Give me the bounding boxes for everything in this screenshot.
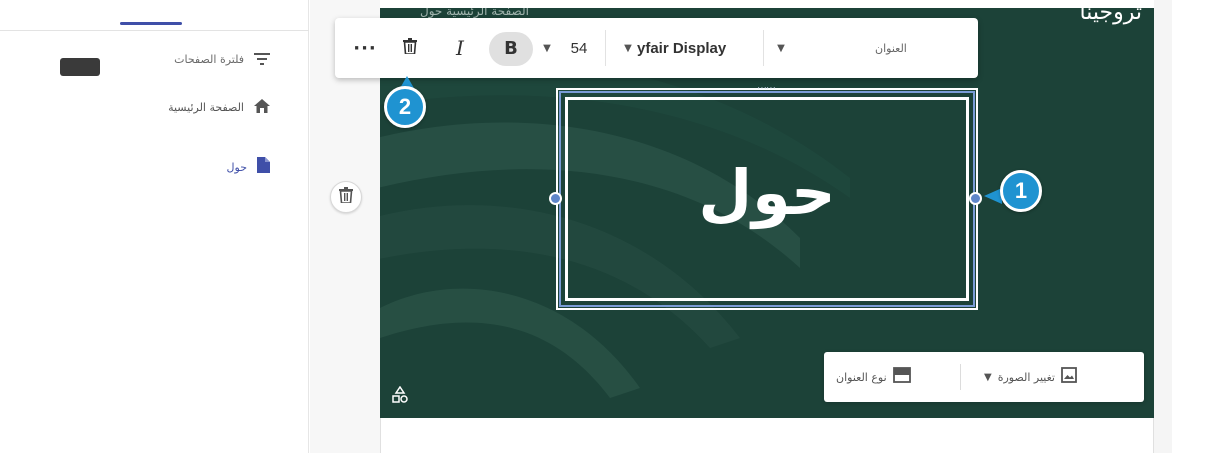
text-format-toolbar: ··· I B ▼ 54 ▼ yfair Display ▼ العنوان [335, 18, 978, 78]
trash-icon [339, 187, 353, 207]
title-type-button[interactable]: نوع العنوان [836, 352, 911, 402]
more-options-button[interactable]: ··· [349, 18, 381, 78]
font-size-value[interactable]: 54 [559, 18, 599, 78]
banner-controls: نوع العنوان ▼ تغيير الصورة [824, 352, 1144, 402]
filter-pages-button[interactable]: فلترة الصفحات [174, 48, 270, 70]
callout-number: 1 [1000, 170, 1042, 212]
font-family-select[interactable]: yfair Display [637, 18, 763, 78]
shapes-icon[interactable] [392, 385, 408, 408]
change-image-label: تغيير الصورة [997, 370, 1055, 384]
italic-button[interactable]: I [443, 18, 477, 78]
filter-icon [254, 50, 270, 69]
resize-handle-right[interactable] [969, 192, 982, 205]
change-image-dropdown-icon: ▼ [984, 371, 992, 383]
toolbar-divider [763, 30, 764, 66]
controls-divider [960, 364, 961, 390]
app-root: فلترة الصفحات الصفحة الرئيسية حول الصفحة… [0, 0, 1226, 453]
page-icon [257, 157, 270, 177]
image-icon [1061, 367, 1077, 387]
trash-icon [403, 38, 417, 58]
filter-pages-label: فلترة الصفحات [174, 52, 244, 66]
page-item-home[interactable]: الصفحة الرئيسية [168, 96, 270, 118]
page-item-about-label: حول [226, 160, 247, 174]
drag-handle-icon[interactable]: ⋯⋯ [757, 83, 776, 94]
delete-text-button[interactable] [393, 18, 427, 78]
panel-divider [0, 30, 309, 31]
pages-panel: فلترة الصفحات الصفحة الرئيسية حول [0, 0, 309, 453]
bold-button[interactable]: B [489, 18, 533, 78]
title-text-box[interactable]: حول [556, 88, 978, 310]
delete-tooltip [60, 58, 100, 76]
text-style-select[interactable]: العنوان [875, 18, 965, 78]
text-style-dropdown-icon[interactable]: ▼ [771, 18, 791, 78]
banner-menu-ghost: الصفحة الرئيسية حول [420, 8, 529, 18]
change-image-button[interactable]: ▼ تغيير الصورة [984, 352, 1077, 402]
delete-section-button[interactable] [330, 181, 362, 213]
page-item-home-label: الصفحة الرئيسية [168, 100, 244, 114]
resize-handle-left[interactable] [549, 192, 562, 205]
site-name: تروجينا [1079, 8, 1142, 25]
title-type-label: نوع العنوان [836, 370, 887, 384]
tab-indicator [120, 22, 182, 25]
page-item-about[interactable]: حول [227, 156, 270, 178]
font-size-dropdown-icon[interactable]: ▼ [537, 18, 557, 78]
home-icon [254, 98, 270, 117]
page-title[interactable]: حول [558, 162, 976, 224]
font-family-dropdown-icon[interactable]: ▼ [619, 18, 637, 78]
canvas-margin-right-inner [1172, 0, 1226, 453]
callout-number: 2 [384, 86, 426, 128]
title-type-icon [892, 367, 911, 387]
toolbar-divider [605, 30, 606, 66]
page-body [380, 418, 1154, 453]
